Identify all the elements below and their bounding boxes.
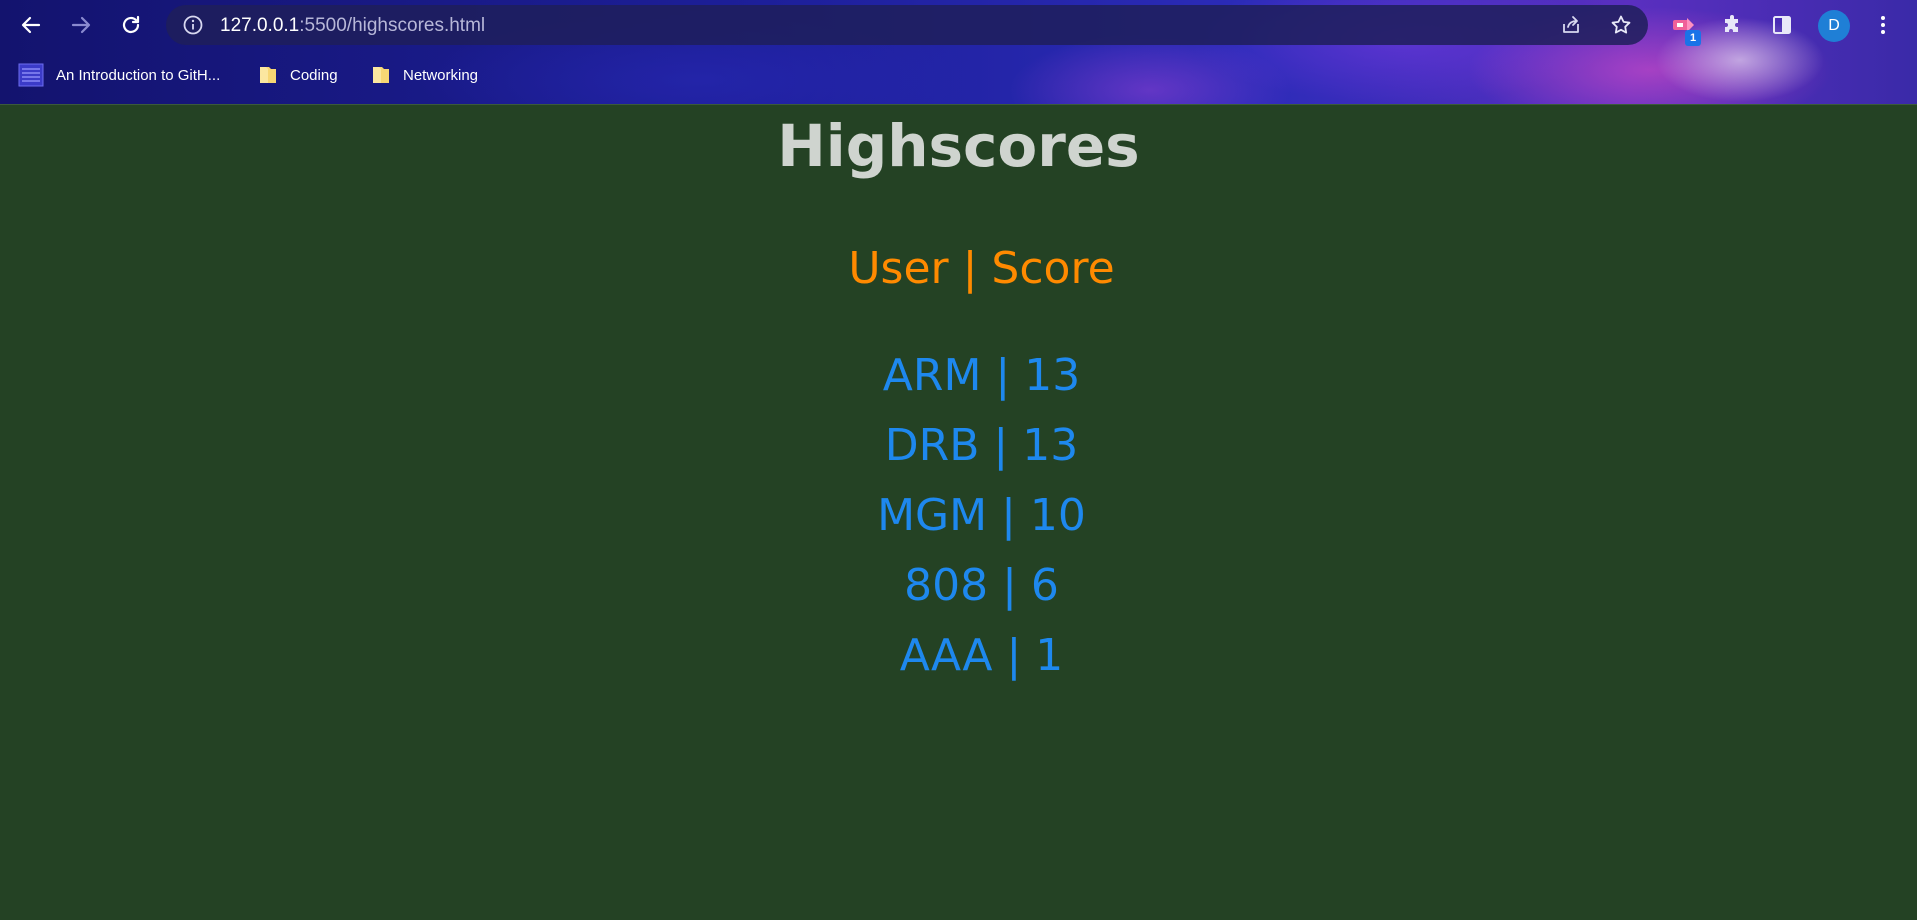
- reload-button[interactable]: [114, 8, 148, 42]
- url-path: :5500/highscores.html: [299, 15, 486, 36]
- scores-list: ARM | 13 DRB | 13 MGM | 10 808 | 6 AAA |…: [0, 341, 1917, 691]
- bookmark-label: An Introduction to GitH...: [56, 66, 221, 84]
- forward-button[interactable]: [64, 8, 98, 42]
- bookmark-folder[interactable]: Coding: [258, 60, 338, 90]
- side-panel-icon: [1773, 16, 1791, 34]
- share-icon[interactable]: [1558, 12, 1584, 38]
- more-vert-icon: [1881, 16, 1885, 34]
- score-entry: ARM | 13: [882, 350, 1081, 401]
- extension-badge: 1: [1685, 30, 1701, 46]
- browser-chrome: 127.0.0.1:5500/highscores.html 1 D An In…: [0, 0, 1917, 105]
- puzzle-icon: [1725, 15, 1738, 32]
- bookmark-label: Coding: [290, 66, 338, 84]
- back-arrow-icon: [21, 16, 41, 34]
- score-entry: AAA | 1: [899, 630, 1064, 681]
- extensions-menu-button[interactable]: [1716, 8, 1750, 42]
- score-entry: MGM | 10: [877, 490, 1086, 541]
- reload-icon: [122, 15, 140, 34]
- side-panel-button[interactable]: [1765, 8, 1799, 42]
- url-host: 127.0.0.1: [220, 15, 300, 36]
- page-content: Highscores User | Score ARM | 13 DRB | 1…: [0, 105, 1917, 920]
- github-course-icon: [18, 63, 44, 87]
- folder-icon: [371, 64, 391, 86]
- forward-arrow-icon: [71, 16, 91, 34]
- score-entry: 808 | 6: [904, 560, 1059, 611]
- scores-header: User | Score: [848, 243, 1115, 294]
- bookmark-label: Networking: [403, 66, 479, 84]
- bookmark-star-icon[interactable]: [1608, 12, 1634, 38]
- profile-avatar[interactable]: D: [1818, 10, 1850, 42]
- bookmark-folder[interactable]: Networking: [371, 60, 478, 90]
- site-info-icon[interactable]: [180, 12, 206, 38]
- page-title: Highscores: [777, 112, 1140, 180]
- browser-menu-button[interactable]: [1866, 8, 1900, 42]
- score-entry: DRB | 13: [884, 420, 1079, 471]
- back-button[interactable]: [14, 8, 48, 42]
- url-text[interactable]: 127.0.0.1:5500/highscores.html: [220, 15, 485, 37]
- folder-icon: [258, 64, 278, 86]
- bookmark-item[interactable]: An Introduction to GitH...: [18, 60, 220, 90]
- address-bar[interactable]: 127.0.0.1:5500/highscores.html: [166, 5, 1648, 45]
